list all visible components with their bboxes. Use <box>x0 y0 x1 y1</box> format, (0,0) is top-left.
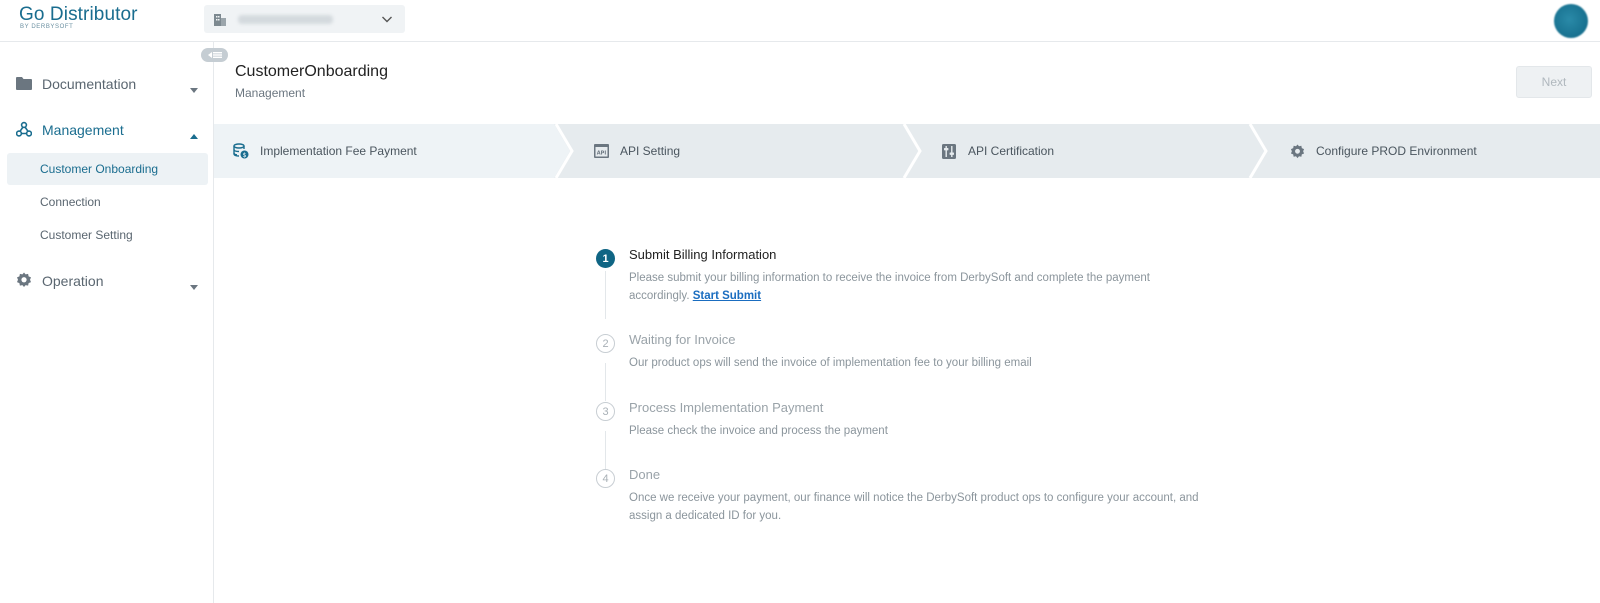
main-content: CustomerOnboarding Management Next $ Imp… <box>214 42 1600 603</box>
top-bar: Go Distributor BY DERBYSOFT <box>0 0 1600 42</box>
chevron-down-icon <box>381 12 393 30</box>
timeline-step-number: 2 <box>596 334 615 353</box>
logo-main-text: Go Distributor <box>19 4 138 25</box>
sidebar: Documentation Management Customer Onboar… <box>0 42 214 603</box>
timeline-step-number: 1 <box>596 249 615 268</box>
company-selector[interactable] <box>204 5 405 33</box>
sliders-icon <box>941 143 957 159</box>
timeline-connector <box>605 431 606 469</box>
timeline-title: Process Implementation Payment <box>629 400 824 415</box>
timeline-description: Once we receive your payment, our financ… <box>629 492 1199 522</box>
sidebar-group-label: Operation <box>42 273 104 289</box>
step-configure-prod-environment[interactable]: Configure PROD Environment <box>1289 124 1477 178</box>
timeline-step-number: 3 <box>596 402 615 421</box>
sidebar-group-label: Management <box>42 122 124 138</box>
sidebar-item-customer-setting[interactable]: Customer Setting <box>7 219 208 251</box>
sidebar-item-connection[interactable]: Connection <box>7 186 208 218</box>
api-window-icon: API <box>593 143 609 159</box>
svg-text:API: API <box>596 151 606 157</box>
caret-up-icon <box>190 127 198 143</box>
start-submit-link[interactable]: Start Submit <box>693 290 761 302</box>
timeline-connector <box>605 271 606 319</box>
sidebar-group-documentation[interactable]: Documentation <box>0 69 214 99</box>
page-title: CustomerOnboarding <box>235 63 388 80</box>
step-implementation-fee-payment[interactable]: $ Implementation Fee Payment <box>233 124 417 178</box>
caret-down-icon <box>190 278 198 294</box>
gear-icon <box>16 272 32 291</box>
timeline-title: Waiting for Invoice <box>629 332 736 347</box>
coin-stack-icon: $ <box>233 143 249 159</box>
timeline-description: Please check the invoice and process the… <box>629 425 888 437</box>
step-label: API Certification <box>968 144 1055 158</box>
timeline-title: Done <box>629 467 661 482</box>
company-name-blurred <box>238 14 333 24</box>
sidebar-group-label: Documentation <box>42 76 137 92</box>
step-label: Implementation Fee Payment <box>260 144 417 158</box>
gear-icon <box>1289 143 1305 159</box>
network-icon <box>15 121 33 140</box>
sidebar-item-customer-onboarding[interactable]: Customer Onboarding <box>7 153 208 185</box>
sidebar-group-operation[interactable]: Operation <box>0 266 214 296</box>
step-api-setting[interactable]: API API Setting <box>593 124 680 178</box>
avatar[interactable] <box>1554 4 1588 38</box>
caret-down-icon <box>190 81 198 97</box>
step-label: API Setting <box>620 144 681 158</box>
timeline-connector <box>605 363 606 401</box>
page-subtitle: Management <box>235 86 306 100</box>
timeline-title: Submit Billing Information <box>629 247 777 262</box>
building-icon <box>214 12 228 26</box>
timeline-step-number: 4 <box>596 469 615 488</box>
folder-icon <box>16 76 32 93</box>
step-progress-bar: $ Implementation Fee Payment API API Set… <box>214 124 1600 178</box>
sidebar-group-management[interactable]: Management <box>0 115 214 145</box>
step-api-certification[interactable]: API Certification <box>941 124 1054 178</box>
svg-text:$: $ <box>243 152 247 159</box>
timeline-description: Please submit your billing information t… <box>629 269 1209 305</box>
next-button[interactable]: Next <box>1516 66 1592 98</box>
app-logo[interactable]: Go Distributor BY DERBYSOFT <box>19 4 138 30</box>
timeline-description: Our product ops will send the invoice of… <box>629 357 1032 369</box>
step-label: Configure PROD Environment <box>1316 144 1477 158</box>
